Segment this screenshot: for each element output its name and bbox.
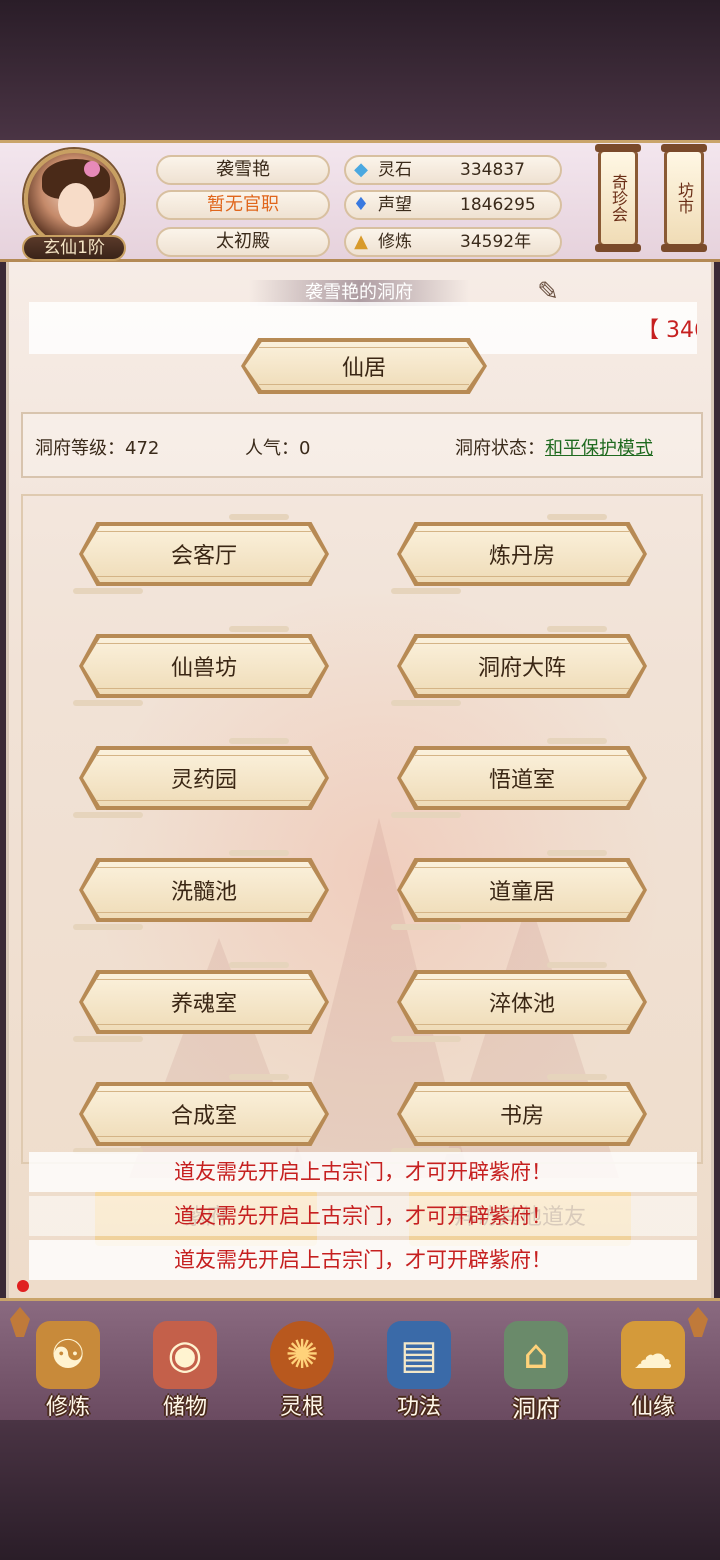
immortal-fate-icon: ☁	[621, 1321, 685, 1389]
nav-cultivation[interactable]: ☯ 修炼	[18, 1315, 118, 1420]
room-button-study[interactable]: 书房	[391, 1074, 647, 1154]
stat-spirit-stone: ◆ 灵石 334837	[344, 155, 562, 185]
bottom-nav: ☯ 修炼 ◉ 储物 ✺ 灵根 ▤ 功法 ⌂ 洞府 ☁ 仙缘	[0, 1298, 720, 1423]
room-button-tempering-pool[interactable]: 淬体池	[391, 962, 647, 1042]
meditation-icon: ▲	[354, 231, 368, 252]
stat-cultivation: ▲ 修炼 34592年	[344, 227, 562, 257]
nav-storage[interactable]: ◉ 储物	[135, 1315, 235, 1420]
room-button-grand-array[interactable]: 洞府大阵	[391, 626, 647, 706]
room-button-soul-room[interactable]: 养魂室	[73, 962, 329, 1042]
warning-toast: 道友需先开启上古宗门，才可开辟紫府！	[29, 1196, 697, 1236]
notification-dot	[17, 1280, 29, 1292]
market-button[interactable]: 坊市	[661, 144, 707, 252]
quill-book-icon[interactable]: ✎	[523, 274, 573, 310]
stat-reputation: ♦ 声望 1846295	[344, 190, 562, 220]
room-button-enlightenment-room[interactable]: 悟道室	[391, 738, 647, 818]
top-background	[0, 0, 720, 140]
technique-book-icon: ▤	[387, 1321, 451, 1389]
rank-badge: 玄仙1阶	[22, 235, 126, 261]
room-button-beast-workshop[interactable]: 仙兽坊	[73, 626, 329, 706]
xianju-button[interactable]: 仙居	[241, 338, 487, 394]
reputation-crystal-icon: ♦	[352, 194, 370, 215]
room-button-acolyte-quarters[interactable]: 道童居	[391, 850, 647, 930]
warning-toast: 道友需先开启上古宗门，才可开辟紫府！	[29, 1240, 697, 1280]
warning-toast: 道友需先开启上古宗门，才可开辟紫府！	[29, 1152, 697, 1192]
flower-icon	[84, 161, 100, 177]
spirit-root-icon: ✺	[270, 1321, 334, 1389]
storage-bag-icon: ◉	[153, 1321, 217, 1389]
cave-mansion-panel: 袭雪艳的洞府 【 346 ✎ 仙居 洞府等级：472 人气：0 洞府状态：和平保…	[6, 262, 714, 1298]
cave-level: 472	[125, 438, 160, 459]
popularity-value: 0	[299, 438, 311, 459]
nav-cave-mansion[interactable]: ⌂ 洞府	[486, 1315, 586, 1423]
cave-mansion-icon: ⌂	[504, 1321, 568, 1389]
player-header: 玄仙1阶 袭雪艳 暂无官职 太初殿 ◆ 灵石 334837 ♦ 声望 18462…	[0, 140, 720, 262]
protection-mode-link[interactable]: 和平保护模式	[545, 438, 653, 459]
player-sect: 太初殿	[156, 227, 330, 257]
rooms-frame	[21, 494, 703, 1164]
nav-spirit-root[interactable]: ✺ 灵根	[252, 1315, 352, 1420]
cave-info-bar: 洞府等级：472 人气：0 洞府状态：和平保护模式	[21, 412, 703, 478]
nav-technique[interactable]: ▤ 功法	[369, 1315, 469, 1420]
avatar-frame[interactable]: 玄仙1阶	[18, 149, 130, 261]
room-button-reception-hall[interactable]: 会客厅	[73, 514, 329, 594]
nav-immortal-fate[interactable]: ☁ 仙缘	[603, 1315, 703, 1420]
room-button-marrow-pool[interactable]: 洗髓池	[73, 850, 329, 930]
bottom-background	[0, 1420, 720, 1560]
player-title: 暂无官职	[156, 190, 330, 220]
room-button-alchemy-room[interactable]: 炼丹房	[391, 514, 647, 594]
spirit-stone-icon: ◆	[354, 159, 368, 180]
avatar[interactable]	[24, 149, 124, 249]
room-button-synthesis-room[interactable]: 合成室	[73, 1074, 329, 1154]
treasure-fair-button[interactable]: 奇珍会	[595, 144, 641, 252]
player-name: 袭雪艳	[156, 155, 330, 185]
cultivation-icon: ☯	[36, 1321, 100, 1389]
room-button-herb-garden[interactable]: 灵药园	[73, 738, 329, 818]
